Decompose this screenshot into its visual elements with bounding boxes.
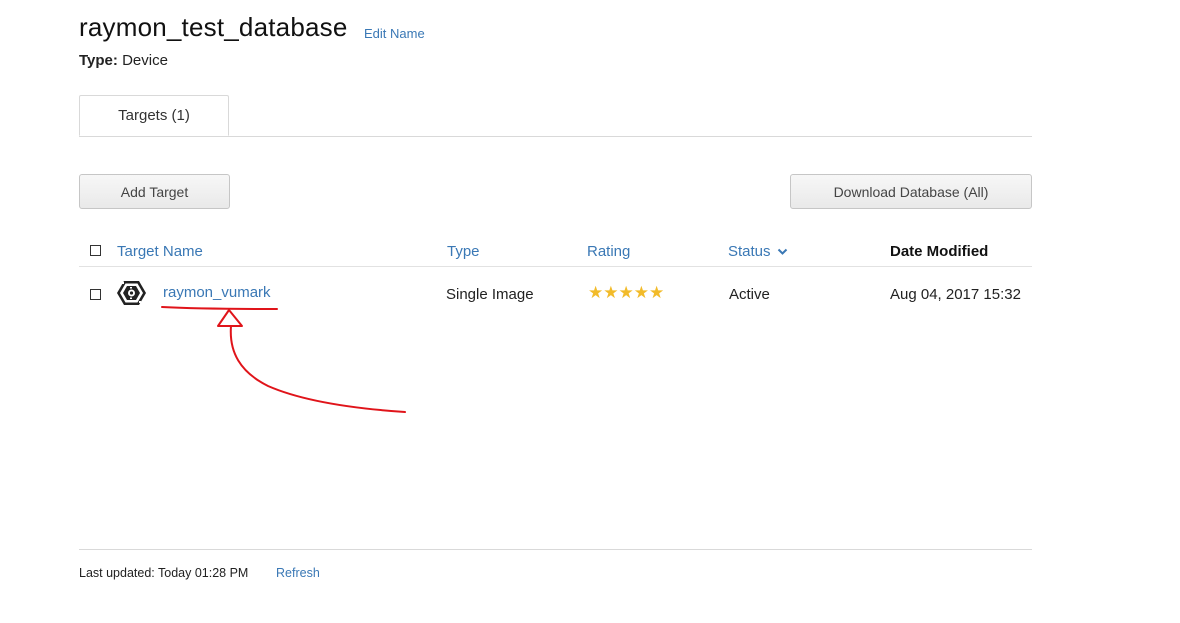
annotation-arrow [161,306,406,413]
type-label: Type: [79,52,118,69]
target-name-link[interactable]: raymon_vumark [163,284,271,301]
footer-divider [79,549,1032,550]
column-header-status[interactable]: Status [728,243,788,260]
add-target-button[interactable]: Add Target [79,174,230,209]
column-header-rating[interactable]: Rating [587,243,630,260]
download-database-button[interactable]: Download Database (All) [790,174,1032,209]
edit-name-link[interactable]: Edit Name [364,26,425,41]
chevron-down-icon [777,248,787,255]
date-modified: Aug 04, 2017 15:32 [890,286,1021,303]
status-badge: Active [729,286,770,303]
row-checkbox[interactable] [90,289,101,300]
target-type: Single Image [446,286,534,303]
vumark-icon [117,281,146,305]
column-header-type[interactable]: Type [447,243,480,260]
refresh-link[interactable]: Refresh [276,566,320,580]
tab-targets[interactable]: Targets (1) [79,95,229,136]
database-type: Type: Device [79,52,168,69]
header-divider [79,266,1032,267]
status-header-label: Status [728,243,771,260]
type-value: Device [122,52,168,69]
last-updated-text: Last updated: Today 01:28 PM [79,566,249,580]
page-title: raymon_test_database [79,12,348,42]
select-all-checkbox[interactable] [90,245,101,256]
rating-stars: ★★★★★ [588,283,665,302]
column-header-target-name[interactable]: Target Name [117,243,203,260]
tab-divider [79,136,1032,137]
column-header-date-modified: Date Modified [890,243,989,260]
